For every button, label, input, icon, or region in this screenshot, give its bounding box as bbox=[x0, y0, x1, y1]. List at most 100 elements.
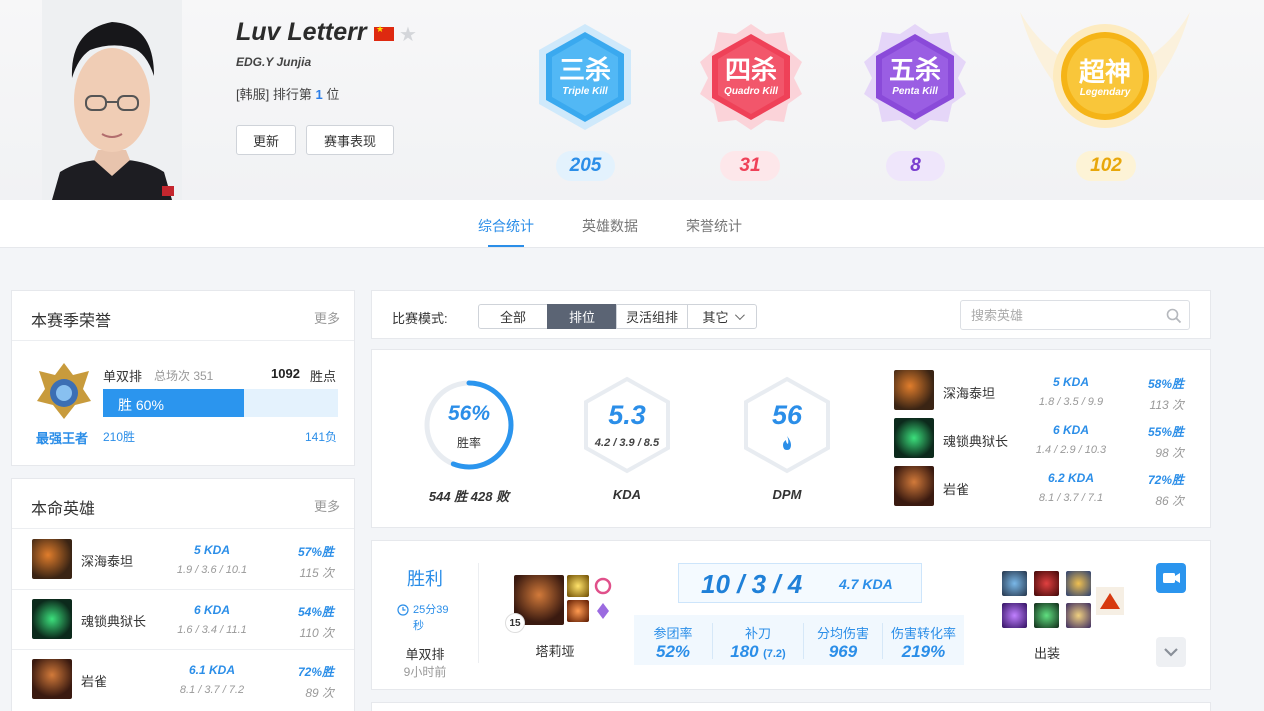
rank-number: 1 bbox=[315, 87, 323, 102]
hero-name: 深海泰坦 bbox=[943, 386, 996, 401]
mode-label: 比赛模式: bbox=[392, 311, 448, 326]
expand-chevron-icon[interactable] bbox=[1156, 637, 1186, 667]
tab-honor-stats[interactable]: 荣誉统计 bbox=[686, 216, 742, 236]
match-kda-box: 10 / 3 / 4 4.7 KDA bbox=[678, 563, 922, 603]
penta-kill-count: 8 bbox=[886, 151, 945, 181]
mode-other-dropdown[interactable]: 其它 bbox=[687, 304, 757, 329]
triple-kill-en: Triple Kill bbox=[562, 86, 608, 97]
card-divider bbox=[12, 340, 354, 341]
match-assists: 4 bbox=[787, 569, 803, 599]
damage-per-minute-value: 969 bbox=[828, 642, 858, 661]
cs-value-group: 180 (7.2) bbox=[713, 642, 803, 662]
cs-label: 补刀 bbox=[744, 626, 771, 641]
quadra-kill-count: 31 bbox=[720, 151, 780, 181]
mode-ranked-button[interactable]: 排位 bbox=[547, 304, 617, 329]
favorite-star-icon[interactable]: ★ bbox=[399, 22, 417, 47]
chevron-down-icon bbox=[734, 310, 745, 321]
list-item[interactable]: 深海泰坦 5 KDA 1.8 / 3.5 / 9.9 58%胜 113 次 bbox=[894, 370, 1194, 418]
secondary-rune-icon bbox=[596, 602, 610, 620]
hero-games: 86 次 bbox=[1155, 494, 1184, 508]
main-heroes-card: 本命英雄 更多 深海泰坦 5 KDA 1.9 / 3.6 / 10.1 57%胜… bbox=[11, 478, 355, 711]
hero-avatar bbox=[32, 539, 72, 579]
tier-name: 最强王者 bbox=[36, 431, 89, 446]
hero-name: 岩雀 bbox=[943, 482, 970, 497]
column-divider bbox=[478, 563, 479, 663]
rank-suffix: 位 bbox=[326, 87, 340, 102]
profile-header: Luv Letterr ★ EDG.Y Junjia [韩服] 排行第 1 位 … bbox=[0, 0, 1264, 200]
list-item[interactable]: 岩雀 6.1 KDA 8.1 / 3.7 / 7.2 72%胜 89 次 bbox=[12, 649, 354, 709]
challenger-emblem-icon bbox=[35, 361, 93, 421]
flame-icon bbox=[780, 435, 794, 451]
list-item[interactable]: 深海泰坦 5 KDA 1.9 / 3.6 / 10.1 57%胜 115 次 bbox=[12, 529, 354, 589]
league-points: 1092 bbox=[271, 366, 300, 381]
hero-kda: 6.1 KDA bbox=[188, 663, 235, 677]
match-kda: 4.7 KDA bbox=[839, 576, 893, 592]
match-performance-button[interactable]: 赛事表现 bbox=[306, 125, 394, 155]
active-tab-indicator bbox=[488, 245, 524, 247]
hero-name: 魂锁典狱长 bbox=[81, 614, 147, 629]
update-button[interactable]: 更新 bbox=[236, 125, 296, 155]
rank-prefix: 排行第 bbox=[272, 87, 312, 102]
hero-winrate: 55%胜 bbox=[1147, 425, 1184, 439]
hero-avatar bbox=[894, 466, 934, 506]
damage-per-minute-label: 分均伤害 bbox=[816, 626, 869, 641]
hero-kda-detail: 1.8 / 3.5 / 9.9 bbox=[1038, 396, 1104, 408]
video-replay-icon[interactable] bbox=[1156, 563, 1186, 593]
match-deaths: 3 bbox=[751, 569, 767, 599]
hero-kda-detail: 1.4 / 2.9 / 10.3 bbox=[1035, 444, 1107, 456]
hero-kda-detail: 8.1 / 3.7 / 7.1 bbox=[1038, 492, 1104, 504]
champion-name: 塔莉垭 bbox=[535, 644, 575, 659]
main-heroes-title: 本命英雄 bbox=[31, 501, 96, 518]
match-record-card[interactable]: 胜利 25分39秒 单双排 9小时前 15 塔莉垭 10 / 3 / 4 4.7… bbox=[371, 540, 1211, 690]
champion-level: 15 bbox=[505, 613, 525, 633]
mode-all-button[interactable]: 全部 bbox=[478, 304, 548, 329]
winrate-value: 56% bbox=[447, 402, 491, 425]
next-match-card[interactable] bbox=[371, 702, 1211, 711]
hero-games: 113 次 bbox=[1149, 398, 1184, 412]
player-team: EDG.Y Junjia bbox=[236, 55, 312, 69]
hero-games: 89 次 bbox=[305, 686, 334, 700]
hero-winrate: 72%胜 bbox=[297, 665, 334, 679]
hero-search-input[interactable] bbox=[960, 300, 1190, 330]
win-rate-label: 胜 60% bbox=[118, 397, 164, 413]
main-heroes-more-link[interactable]: 更多 bbox=[314, 496, 340, 515]
hero-games: 110 次 bbox=[299, 626, 334, 640]
damage-conversion-label: 伤害转化率 bbox=[890, 626, 956, 641]
league-points-label: 胜点 bbox=[310, 369, 337, 384]
win-loss-record: 544 胜 428 败 bbox=[428, 489, 510, 504]
match-kills: 10 bbox=[701, 569, 730, 599]
legendary-en: Legendary bbox=[1079, 87, 1131, 98]
match-queue: 单双排 bbox=[405, 647, 445, 662]
list-item[interactable]: 魂锁典狱长 6 KDA 1.6 / 3.4 / 11.1 54%胜 110 次 bbox=[12, 589, 354, 649]
season-honor-title: 本赛季荣誉 bbox=[31, 313, 112, 330]
list-item[interactable]: 魂锁典狱长 6 KDA 1.4 / 2.9 / 10.3 55%胜 98 次 bbox=[894, 418, 1194, 466]
wins-count: 210胜 bbox=[103, 430, 136, 444]
triple-kill-cn: 三杀 bbox=[558, 55, 611, 85]
match-stats-row: 参团率 52% 补刀 180 (7.2) 分均伤害 969 伤害转化率 219% bbox=[634, 615, 964, 665]
item-icon bbox=[1002, 571, 1027, 596]
penta-kill-en: Penta Kill bbox=[892, 86, 938, 97]
mode-flex-button[interactable]: 灵活组排 bbox=[616, 304, 688, 329]
region-label: [韩服] bbox=[236, 87, 270, 102]
hero-name: 岩雀 bbox=[81, 674, 108, 689]
item-icon bbox=[1034, 571, 1059, 596]
item-icon bbox=[1034, 603, 1059, 628]
cs-value: 180 bbox=[730, 642, 759, 661]
season-honor-more-link[interactable]: 更多 bbox=[314, 308, 340, 327]
search-icon[interactable] bbox=[1166, 308, 1182, 324]
hero-winrate: 57%胜 bbox=[297, 545, 334, 559]
tab-bar: 综合统计 英雄数据 荣誉统计 bbox=[0, 200, 1264, 248]
tab-hero-data[interactable]: 英雄数据 bbox=[582, 216, 638, 236]
quadra-kill-cn: 四杀 bbox=[724, 55, 777, 85]
tab-overview[interactable]: 综合统计 bbox=[478, 216, 534, 236]
list-item[interactable]: 岩雀 6.2 KDA 8.1 / 3.7 / 7.1 72%胜 86 次 bbox=[894, 466, 1194, 514]
overview-stats-card: 56% 胜率 544 胜 428 败 5.3 4.2 / 3.9 / 8.5 K… bbox=[371, 349, 1211, 528]
penta-kill-cn: 五杀 bbox=[888, 55, 941, 85]
rank-line: [韩服] 排行第 1 位 bbox=[236, 84, 339, 103]
hero-avatar bbox=[894, 370, 934, 410]
hero-avatar bbox=[32, 599, 72, 639]
damage-conversion-value: 219% bbox=[901, 642, 946, 661]
hero-games: 115 次 bbox=[299, 566, 334, 580]
hero-kda-detail: 1.9 / 3.6 / 10.1 bbox=[176, 564, 248, 576]
penta-kill-badge: 五杀 Penta Kill bbox=[860, 22, 970, 132]
